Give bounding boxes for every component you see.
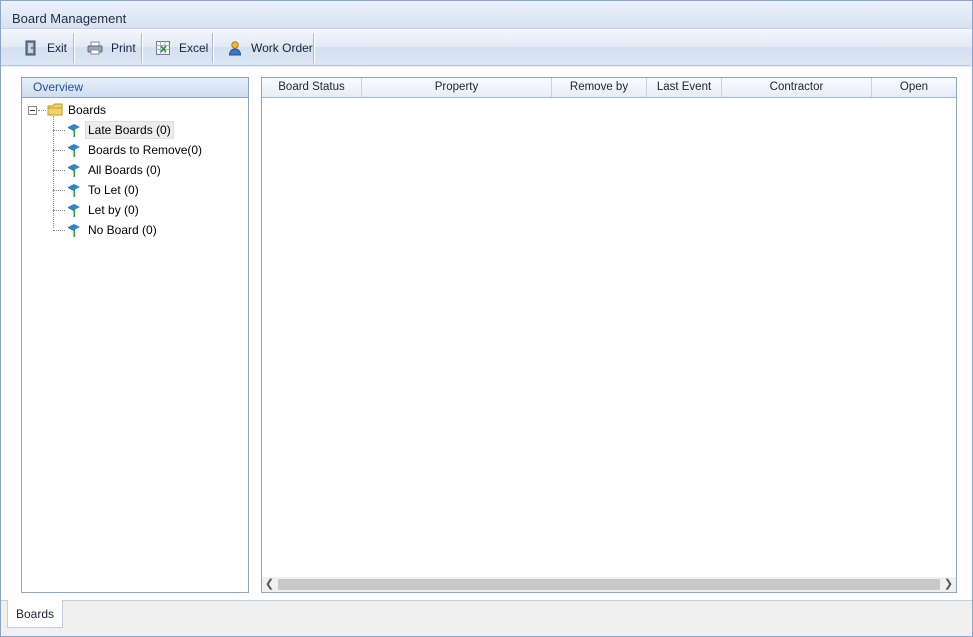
grid-header: Board Status Property Remove by Last Eve… xyxy=(262,78,956,98)
folder-icon xyxy=(47,103,63,116)
overview-panel: Overview Boards Late Boards (0) Boards t… xyxy=(21,77,249,593)
boards-tree: Boards Late Boards (0) Boards to Remove(… xyxy=(22,98,248,240)
title-bar: Board Management xyxy=(1,1,972,29)
column-header-board-status[interactable]: Board Status xyxy=(262,78,362,97)
tree-item-all-boards[interactable]: All Boards (0) xyxy=(22,160,248,180)
tree-item-label: To Let (0) xyxy=(88,183,139,197)
tree-item-let-by[interactable]: Let by (0) xyxy=(22,200,248,220)
boards-grid: Board Status Property Remove by Last Eve… xyxy=(261,77,957,593)
tree-item-boards-to-remove[interactable]: Boards to Remove(0) xyxy=(22,140,248,160)
toolbar: Exit Print Excel Work Order xyxy=(1,29,972,66)
toolbar-separator xyxy=(141,33,143,63)
exit-button[interactable]: Exit xyxy=(15,34,75,62)
overview-header: Overview xyxy=(22,78,248,98)
toolbar-separator xyxy=(212,33,214,63)
tree-item-no-board[interactable]: No Board (0) xyxy=(22,220,248,240)
board-sign-icon xyxy=(67,223,81,237)
tree-item-label: Late Boards (0) xyxy=(85,121,174,139)
work-order-label: Work Order xyxy=(251,41,313,55)
horizontal-scrollbar[interactable]: ❮ ❯ xyxy=(262,577,956,592)
scroll-right-icon[interactable]: ❯ xyxy=(941,577,956,592)
exit-label: Exit xyxy=(47,41,68,55)
tree-item-label: All Boards (0) xyxy=(88,163,161,177)
work-order-button[interactable]: Work Order xyxy=(219,34,321,62)
column-header-last-event[interactable]: Last Event xyxy=(647,78,722,97)
column-header-open[interactable]: Open xyxy=(872,78,956,97)
tree-item-late-boards[interactable]: Late Boards (0) xyxy=(22,120,248,140)
board-sign-icon xyxy=(67,163,81,177)
toolbar-separator xyxy=(73,33,75,63)
exit-door-icon xyxy=(23,40,39,56)
column-header-remove-by[interactable]: Remove by xyxy=(552,78,647,97)
scroll-left-icon[interactable]: ❮ xyxy=(262,577,277,592)
printer-icon xyxy=(87,40,103,56)
tree-root-label: Boards xyxy=(68,103,107,117)
board-sign-icon xyxy=(67,183,81,197)
print-label: Print xyxy=(111,41,136,55)
tab-boards[interactable]: Boards xyxy=(7,600,64,628)
tree-item-to-let[interactable]: To Let (0) xyxy=(22,180,248,200)
tree-item-label: No Board (0) xyxy=(88,223,157,237)
board-management-window: Board Management Exit Print Excel Work O… xyxy=(0,0,973,637)
excel-icon xyxy=(155,40,171,56)
column-header-property[interactable]: Property xyxy=(362,78,552,97)
tree-item-label: Boards to Remove(0) xyxy=(88,143,203,157)
tree-root-boards[interactable]: Boards xyxy=(22,100,248,120)
tree-item-label: Let by (0) xyxy=(88,203,139,217)
board-sign-icon xyxy=(67,203,81,217)
excel-label: Excel xyxy=(179,41,209,55)
column-header-contractor[interactable]: Contractor xyxy=(722,78,872,97)
collapse-toggle[interactable] xyxy=(28,106,37,115)
user-icon xyxy=(227,40,243,56)
toolbar-separator xyxy=(313,33,315,63)
board-sign-icon xyxy=(67,123,81,137)
scrollbar-thumb[interactable] xyxy=(278,579,940,590)
print-button[interactable]: Print xyxy=(79,34,144,62)
board-sign-icon xyxy=(67,143,81,157)
excel-button[interactable]: Excel xyxy=(147,34,216,62)
bottom-tab-bar: Boards xyxy=(1,600,972,636)
window-title: Board Management xyxy=(12,11,127,26)
main-content: Overview Boards Late Boards (0) Boards t… xyxy=(1,67,972,600)
